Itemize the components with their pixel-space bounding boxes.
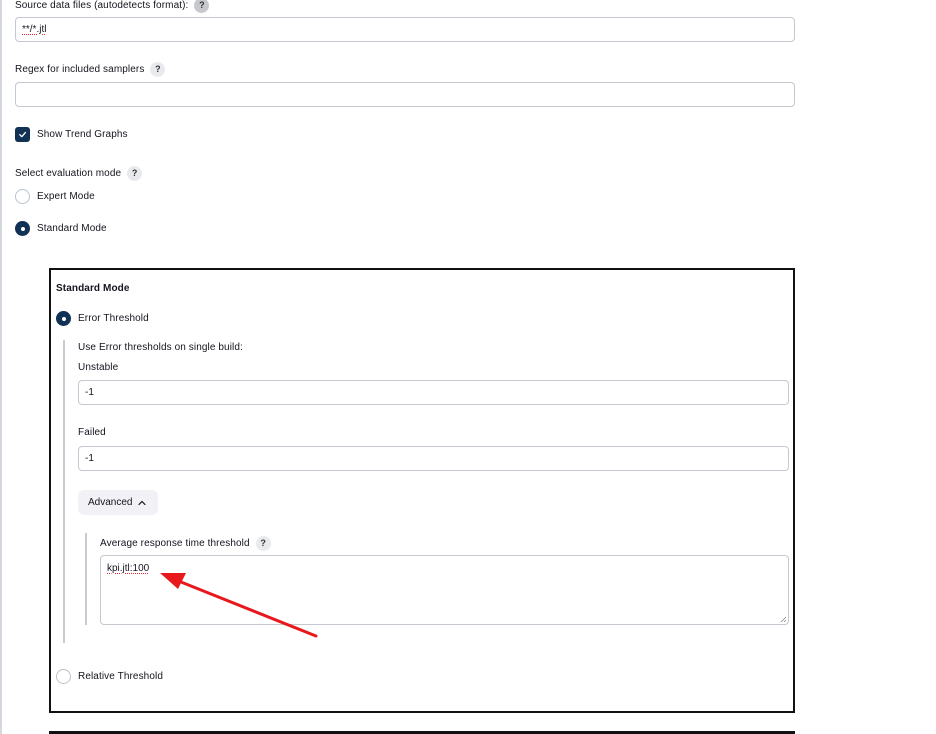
error-threshold-radio[interactable] xyxy=(56,311,71,326)
failed-label: Failed xyxy=(78,427,106,438)
checkmark-icon xyxy=(19,131,27,138)
advanced-toggle-button[interactable]: Advanced xyxy=(78,490,158,515)
expert-mode-radio[interactable] xyxy=(15,189,30,204)
relative-threshold-label: Relative Threshold xyxy=(78,671,163,682)
resize-grip-icon[interactable] xyxy=(780,616,787,623)
failed-input[interactable]: -1 xyxy=(78,446,789,471)
avg-response-time-textarea[interactable]: kpi.jtl:100 xyxy=(100,555,789,625)
unstable-value: -1 xyxy=(85,387,94,398)
advanced-label: Advanced xyxy=(88,497,133,508)
standard-mode-radio[interactable] xyxy=(15,221,30,236)
source-files-value: **/*.jtl xyxy=(22,24,47,35)
standard-mode-label: Standard Mode xyxy=(37,223,107,234)
help-icon[interactable]: ? xyxy=(194,0,210,13)
evaluation-mode-label: Select evaluation mode? xyxy=(15,166,143,181)
page-left-border xyxy=(0,0,2,734)
help-icon[interactable]: ? xyxy=(127,166,143,181)
error-threshold-description: Use Error thresholds on single build: xyxy=(78,342,243,353)
error-threshold-indent-line xyxy=(63,340,65,643)
regex-samplers-input[interactable] xyxy=(15,82,795,107)
failed-value: -1 xyxy=(85,453,94,464)
avg-response-label-text: Average response time threshold xyxy=(100,538,250,550)
avg-response-label: Average response time threshold? xyxy=(100,536,271,551)
help-icon[interactable]: ? xyxy=(255,536,271,551)
avg-response-value: kpi.jtl:100 xyxy=(107,563,150,574)
show-trend-graphs-label: Show Trend Graphs xyxy=(37,129,128,140)
relative-threshold-radio[interactable] xyxy=(56,669,71,684)
advanced-indent-line xyxy=(85,533,87,625)
source-files-input[interactable]: **/*.jtl xyxy=(15,17,795,42)
unstable-input[interactable]: -1 xyxy=(78,380,789,405)
regex-samplers-label-text: Regex for included samplers xyxy=(15,64,145,76)
chevron-up-icon xyxy=(138,500,147,505)
unstable-label: Unstable xyxy=(78,362,119,373)
expert-mode-label: Expert Mode xyxy=(37,191,95,202)
regex-samplers-label: Regex for included samplers? xyxy=(15,62,166,77)
help-icon[interactable]: ? xyxy=(150,62,166,77)
standard-mode-panel xyxy=(49,268,795,713)
evaluation-mode-label-text: Select evaluation mode xyxy=(15,168,122,180)
show-trend-graphs-checkbox[interactable] xyxy=(15,127,30,142)
error-threshold-label: Error Threshold xyxy=(78,313,149,324)
source-files-label-text: Source data files (autodetects format): xyxy=(15,0,189,12)
standard-mode-title: Standard Mode xyxy=(56,283,130,294)
source-files-label: Source data files (autodetects format):? xyxy=(15,0,210,13)
